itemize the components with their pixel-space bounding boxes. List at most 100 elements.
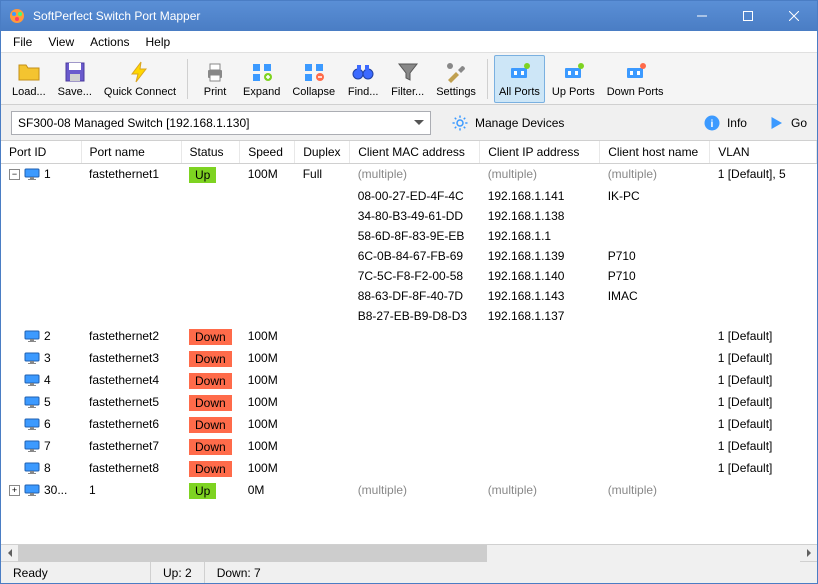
menu-help[interactable]: Help xyxy=(138,33,179,51)
collapse-button[interactable]: Collapse xyxy=(287,55,340,103)
load-button[interactable]: Load... xyxy=(7,55,51,103)
quick-connect-button[interactable]: Quick Connect xyxy=(99,55,181,103)
go-button[interactable]: Go xyxy=(767,114,807,132)
all-ports-button[interactable]: All Ports xyxy=(494,55,545,103)
expand-toggle[interactable]: + xyxy=(9,485,20,496)
host xyxy=(600,206,710,226)
port-up-icon xyxy=(561,60,585,84)
table-row[interactable]: +30...1Up0M(multiple)(multiple)(multiple… xyxy=(1,480,817,502)
table-child-row[interactable]: 58-6D-8F-83-9E-EB192.168.1.1 xyxy=(1,226,817,246)
vlan: 1 [Default] xyxy=(710,326,817,348)
status-up: Up: 2 xyxy=(151,562,205,583)
col-port-id[interactable]: Port ID xyxy=(1,141,81,164)
vlan: 1 [Default] xyxy=(710,436,817,458)
ip xyxy=(480,326,600,348)
expand-button[interactable]: Expand xyxy=(238,55,285,103)
settings-button[interactable]: Settings xyxy=(431,55,481,103)
table-child-row[interactable]: 88-63-DF-8F-40-7D192.168.1.143IMAC xyxy=(1,286,817,306)
col-speed[interactable]: Speed xyxy=(240,141,295,164)
table-child-row[interactable]: 08-00-27-ED-4F-4C192.168.1.141IK-PC xyxy=(1,186,817,206)
speed: 100M xyxy=(240,348,295,370)
scroll-thumb[interactable] xyxy=(18,545,487,562)
collapse-toggle[interactable]: − xyxy=(9,169,20,180)
duplex xyxy=(295,370,350,392)
mac: (multiple) xyxy=(350,480,480,502)
menu-actions[interactable]: Actions xyxy=(82,33,137,51)
print-button[interactable]: Print xyxy=(194,55,236,103)
vlan: 1 [Default] xyxy=(710,370,817,392)
monitor-icon xyxy=(24,330,40,342)
scroll-track[interactable] xyxy=(18,545,800,562)
status-down: Down: 7 xyxy=(205,562,817,583)
scroll-left-arrow[interactable] xyxy=(1,545,18,562)
table-row[interactable]: 7fastethernet7Down100M1 [Default] xyxy=(1,436,817,458)
col-mac[interactable]: Client MAC address xyxy=(350,141,480,164)
filter-button[interactable]: Filter... xyxy=(386,55,429,103)
play-icon xyxy=(767,114,785,132)
duplex xyxy=(295,480,350,502)
table-row[interactable]: 6fastethernet6Down100M1 [Default] xyxy=(1,414,817,436)
table-row[interactable]: 5fastethernet5Down100M1 [Default] xyxy=(1,392,817,414)
info-link[interactable]: i Info xyxy=(703,114,747,132)
ip xyxy=(480,370,600,392)
monitor-icon xyxy=(24,352,40,364)
table-child-row[interactable]: B8-27-EB-B9-D8-D3192.168.1.137 xyxy=(1,306,817,326)
manage-devices-link[interactable]: Manage Devices xyxy=(451,114,564,132)
port-name: fastethernet3 xyxy=(81,348,181,370)
ip xyxy=(480,392,600,414)
port-name: fastethernet2 xyxy=(81,326,181,348)
ip: (multiple) xyxy=(480,480,600,502)
duplex xyxy=(295,326,350,348)
host xyxy=(600,226,710,246)
minimize-button[interactable] xyxy=(679,1,725,31)
menu-file[interactable]: File xyxy=(5,33,40,51)
titlebar[interactable]: SoftPerfect Switch Port Mapper xyxy=(1,1,817,31)
col-host[interactable]: Client host name xyxy=(600,141,710,164)
up-ports-button[interactable]: Up Ports xyxy=(547,55,600,103)
table-row[interactable]: 3fastethernet3Down100M1 [Default] xyxy=(1,348,817,370)
menu-view[interactable]: View xyxy=(40,33,82,51)
col-ip[interactable]: Client IP address xyxy=(480,141,600,164)
speed: 100M xyxy=(240,392,295,414)
col-status[interactable]: Status xyxy=(181,141,240,164)
vlan: 1 [Default], 5 xyxy=(710,164,817,187)
host xyxy=(600,414,710,436)
horizontal-scrollbar[interactable] xyxy=(1,544,817,561)
col-duplex[interactable]: Duplex xyxy=(295,141,350,164)
menubar: File View Actions Help xyxy=(1,31,817,53)
col-port-name[interactable]: Port name xyxy=(81,141,181,164)
table-row[interactable]: −1fastethernet1Up100MFull(multiple)(mult… xyxy=(1,164,817,187)
save-button[interactable]: Save... xyxy=(53,55,97,103)
status-badge: Down xyxy=(189,351,232,367)
ports-table: Port ID Port name Status Speed Duplex Cl… xyxy=(1,141,817,502)
mac xyxy=(350,436,480,458)
close-button[interactable] xyxy=(771,1,817,31)
host xyxy=(600,392,710,414)
host xyxy=(600,348,710,370)
tools-icon xyxy=(444,60,468,84)
table-child-row[interactable]: 34-80-B3-49-61-DD192.168.1.138 xyxy=(1,206,817,226)
port-name: fastethernet8 xyxy=(81,458,181,480)
mac xyxy=(350,414,480,436)
monitor-icon xyxy=(24,374,40,386)
table-child-row[interactable]: 6C-0B-84-67-FB-69192.168.1.139P710 xyxy=(1,246,817,266)
table-child-row[interactable]: 7C-5C-F8-F2-00-58192.168.1.140P710 xyxy=(1,266,817,286)
down-ports-button[interactable]: Down Ports xyxy=(602,55,669,103)
host: P710 xyxy=(600,246,710,266)
maximize-button[interactable] xyxy=(725,1,771,31)
table-row[interactable]: 8fastethernet8Down100M1 [Default] xyxy=(1,458,817,480)
monitor-icon xyxy=(24,396,40,408)
device-select[interactable]: SF300-08 Managed Switch [192.168.1.130] xyxy=(11,111,431,135)
table-area[interactable]: Port ID Port name Status Speed Duplex Cl… xyxy=(1,141,817,544)
port-id: 1 xyxy=(44,167,51,181)
ip: 192.168.1.137 xyxy=(480,306,600,326)
duplex xyxy=(295,348,350,370)
col-vlan[interactable]: VLAN xyxy=(710,141,817,164)
ip xyxy=(480,458,600,480)
table-row[interactable]: 4fastethernet4Down100M1 [Default] xyxy=(1,370,817,392)
find-button[interactable]: Find... xyxy=(342,55,384,103)
table-row[interactable]: 2fastethernet2Down100M1 [Default] xyxy=(1,326,817,348)
scroll-right-arrow[interactable] xyxy=(800,545,817,562)
host xyxy=(600,326,710,348)
host xyxy=(600,436,710,458)
